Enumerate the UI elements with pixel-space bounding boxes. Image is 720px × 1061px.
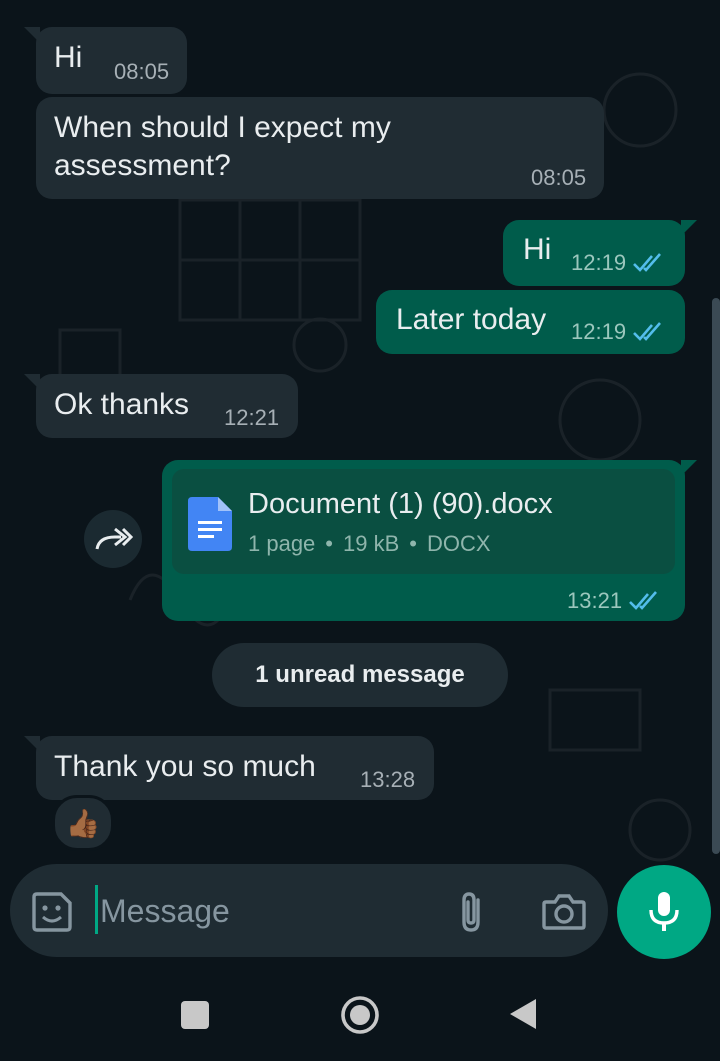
thumbs-up-reaction: 👍🏾 xyxy=(65,807,101,839)
message-input[interactable] xyxy=(98,886,432,936)
sticker-icon[interactable] xyxy=(31,891,73,933)
double-check-icon xyxy=(633,253,662,272)
message-text: Thank you so much xyxy=(54,750,316,783)
message-text: Hi xyxy=(523,233,552,266)
incoming-message[interactable]: When should I expect my assessment? 08:0… xyxy=(36,97,604,199)
scrollbar[interactable] xyxy=(712,298,720,854)
camera-icon[interactable] xyxy=(542,892,586,932)
incoming-message[interactable]: Thank you so much 13:28 xyxy=(24,736,434,800)
message-time: 12:19 xyxy=(571,250,627,275)
message-text: Hi xyxy=(54,41,83,74)
document-type: DOCX xyxy=(426,531,491,556)
forward-button[interactable] xyxy=(84,510,142,568)
chat-area[interactable]: Hi 08:05 When should I expect my assessm… xyxy=(0,0,720,958)
paperclip-icon[interactable] xyxy=(456,890,488,934)
double-check-icon xyxy=(633,322,662,341)
message-text: Later today xyxy=(396,303,547,336)
square-icon[interactable] xyxy=(180,1000,210,1030)
microphone-icon xyxy=(649,892,679,931)
document-name: Document (1) (90).docx xyxy=(248,488,553,520)
outgoing-message[interactable]: Hi 12:19 xyxy=(503,220,697,286)
bubble-tail xyxy=(681,220,697,236)
bubble-tail xyxy=(24,27,40,43)
incoming-message[interactable]: Hi 08:05 xyxy=(24,27,187,94)
separator-dot: • xyxy=(409,531,417,556)
system-navigation-bar xyxy=(0,968,720,1061)
bubble-tail xyxy=(24,736,40,752)
message-time: 12:19 xyxy=(571,319,627,344)
message-time: 08:05 xyxy=(531,165,587,190)
document-card[interactable] xyxy=(172,469,675,574)
message-time: 08:05 xyxy=(114,59,170,84)
message-text: When should I expect my assessment? xyxy=(54,111,391,182)
document-pages: 1 page xyxy=(248,531,316,556)
message-text: Ok thanks xyxy=(54,388,190,421)
forward-icon xyxy=(95,527,133,550)
document-info: 1 page • 19 kB • DOCX xyxy=(248,531,491,557)
unread-divider: 1 unread message xyxy=(212,643,508,707)
separator-dot: • xyxy=(325,531,333,556)
back-triangle-icon[interactable] xyxy=(508,997,538,1031)
message-time: 13:28 xyxy=(360,767,416,792)
message-time: 13:21 xyxy=(567,588,623,613)
incoming-message[interactable]: Ok thanks 12:21 xyxy=(24,374,298,438)
bubble-tail xyxy=(681,460,697,476)
outgoing-message[interactable]: Later today 12:19 xyxy=(376,290,685,354)
reaction-badge[interactable]: 👍🏾 xyxy=(52,795,114,851)
document-size: 19 kB xyxy=(343,531,400,556)
circle-icon[interactable] xyxy=(340,995,380,1035)
message-time: 12:21 xyxy=(224,405,280,430)
double-check-icon xyxy=(629,591,658,610)
document-icon xyxy=(188,497,232,551)
bubble-tail xyxy=(24,374,40,390)
microphone-button[interactable] xyxy=(617,865,711,959)
